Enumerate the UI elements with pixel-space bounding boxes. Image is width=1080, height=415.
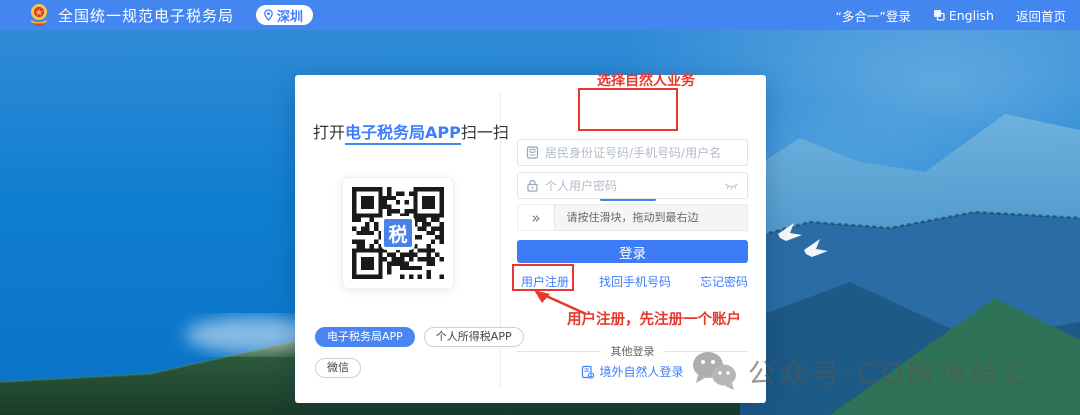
annotation-register-note: 用户注册，先注册一个账户: [567, 308, 741, 329]
password-input[interactable]: [545, 179, 718, 193]
qr-code: 税: [342, 177, 454, 289]
annotation-box-register: [512, 264, 574, 291]
annotation-box-tab: [578, 88, 678, 131]
captcha-slider: 请按住滑块，拖动到最右边 »: [517, 204, 748, 231]
eye-closed-icon[interactable]: [724, 181, 739, 191]
slider-handle[interactable]: »: [518, 205, 555, 230]
english-link[interactable]: English: [933, 8, 994, 23]
scan-title: 打开电子税务局APP扫一扫: [295, 119, 500, 143]
username-input[interactable]: [545, 146, 739, 160]
app-download-link[interactable]: 电子税务局APP: [345, 123, 461, 145]
app-tab-etax-app[interactable]: 电子税务局APP: [315, 327, 415, 347]
login-button[interactable]: 登录: [517, 240, 748, 263]
login-card: 打开电子税务局APP扫一扫 税 电子税务局APP 个人所得税APP 微信 企业业…: [295, 75, 766, 403]
overseas-login-link[interactable]: 境外自然人登录: [517, 363, 748, 380]
username-field-wrap: [517, 139, 748, 166]
id-card-icon: [526, 146, 539, 159]
annotation-select-tab-note: 选择自然人业务: [597, 70, 695, 90]
multi-login-link[interactable]: “多合一”登录: [835, 6, 910, 25]
tax-bureau-emblem-icon: [28, 3, 50, 27]
translate-icon: [933, 9, 945, 21]
app-title: 全国统一规范电子税务局: [58, 5, 234, 26]
other-login-divider: 其他登录: [517, 343, 748, 359]
location-badge[interactable]: 深圳: [256, 5, 313, 25]
lock-icon: [526, 179, 539, 192]
find-phone-link[interactable]: 找回手机号码: [599, 273, 671, 290]
forgot-password-link[interactable]: 忘记密码: [700, 273, 748, 290]
document-person-icon: [581, 365, 594, 379]
page: 全国统一规范电子税务局 深圳 “多合一”登录 English 返回首页 打开电: [0, 0, 1080, 415]
qr-center-badge: 税: [381, 216, 415, 250]
app-tab-wechat[interactable]: 微信: [315, 358, 361, 378]
header-bar: 全国统一规范电子税务局 深圳 “多合一”登录 English 返回首页: [0, 0, 1080, 30]
app-tab-personal-tax-app[interactable]: 个人所得税APP: [424, 327, 524, 347]
home-link[interactable]: 返回首页: [1016, 6, 1066, 25]
password-field-wrap: [517, 172, 748, 199]
location-pin-icon: [263, 9, 274, 21]
location-label: 深圳: [277, 6, 303, 25]
